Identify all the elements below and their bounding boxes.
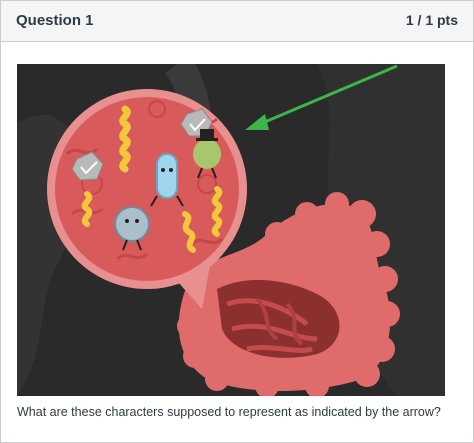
question-illustration [17,64,445,396]
quiz-question-card: Question 1 1 / 1 pts What are these char… [0,0,474,443]
question-text: What are these characters supposed to re… [17,405,441,419]
question-header: Question 1 1 / 1 pts [1,1,473,42]
question-points: 1 / 1 pts [405,12,458,28]
question-title: Question 1 [16,12,94,29]
intestine-microbes-image [17,64,445,396]
